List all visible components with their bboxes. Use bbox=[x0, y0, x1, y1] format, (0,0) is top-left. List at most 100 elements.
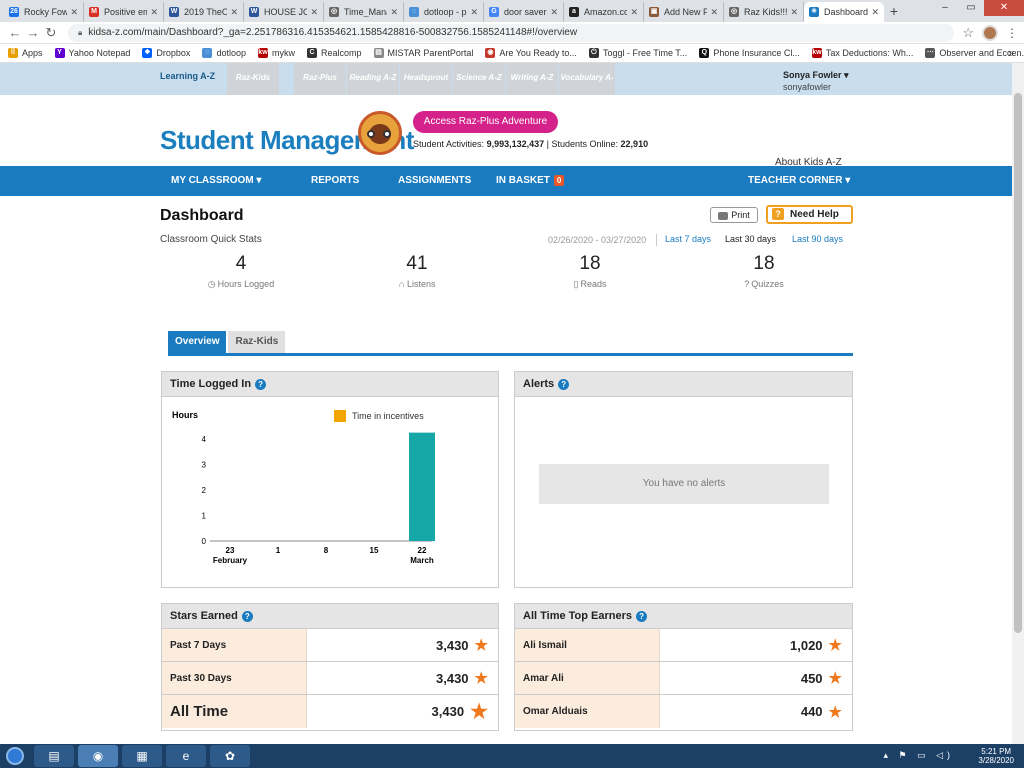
panel-header: Alerts? bbox=[515, 372, 852, 397]
system-tray-icons[interactable]: ▴ ⚑ ▭ ◁) bbox=[883, 750, 954, 761]
browser-tab[interactable]: ◎ Time_Mana ✕ bbox=[324, 2, 404, 22]
range-last-7-days[interactable]: Last 7 days bbox=[665, 234, 711, 244]
star-icon: ★ bbox=[828, 670, 842, 687]
browser-tab[interactable]: ◎ Raz Kids!!! ✕ bbox=[724, 2, 804, 22]
product-tab-headsprout[interactable]: Headsprout bbox=[400, 63, 452, 95]
tab-title: door saver bbox=[504, 7, 547, 17]
explorer-icon[interactable]: ▤ bbox=[34, 745, 74, 767]
page-scrollbar[interactable] bbox=[1012, 63, 1024, 744]
bookmark-item[interactable]: ▤ MISTAR ParentPortal bbox=[373, 48, 473, 58]
info-icon[interactable]: ? bbox=[241, 610, 253, 622]
kw-icon: kw bbox=[811, 48, 822, 58]
internet-explorer-icon[interactable]: e bbox=[166, 745, 206, 767]
product-tab-reading-az[interactable]: Reading A-Z bbox=[347, 63, 399, 95]
activities-value: 9,993,132,437 bbox=[486, 139, 545, 149]
info-icon[interactable]: ? bbox=[558, 378, 570, 390]
y-tick-label: 4 bbox=[202, 435, 207, 444]
scrollbar-thumb[interactable] bbox=[1014, 93, 1022, 633]
nav-reports[interactable]: REPORTS bbox=[311, 166, 359, 196]
bookmark-label: Yahoo Notepad bbox=[68, 48, 131, 58]
mascot-avatar[interactable] bbox=[358, 111, 402, 155]
browser-tab[interactable]: 26 Rocky Fowle✕ bbox=[4, 2, 84, 22]
close-tab-icon[interactable]: ✕ bbox=[710, 7, 718, 18]
range-last-90-days[interactable]: Last 90 days bbox=[792, 234, 843, 244]
info-icon[interactable]: ? bbox=[255, 378, 267, 390]
bookmarks-more-icon[interactable]: » bbox=[1008, 48, 1014, 59]
need-help-button[interactable]: ? Need Help bbox=[766, 205, 853, 224]
close-tab-icon[interactable]: ✕ bbox=[790, 7, 798, 18]
back-icon[interactable]: ← bbox=[6, 25, 24, 40]
raz-plus-adventure-button[interactable]: Access Raz-Plus Adventure bbox=[413, 111, 558, 133]
close-tab-icon[interactable]: ✕ bbox=[310, 7, 318, 18]
legend-label: Time in incentives bbox=[352, 411, 424, 421]
star-icon: ★ bbox=[828, 703, 842, 721]
browser-tab[interactable]: W HOUSE JOB✕ bbox=[244, 2, 324, 22]
app-icon[interactable]: ✿ bbox=[210, 745, 250, 767]
bookmark-item[interactable]: Q Phone Insurance Cl... bbox=[699, 48, 800, 58]
start-button[interactable] bbox=[0, 744, 30, 768]
close-tab-icon[interactable]: ✕ bbox=[150, 7, 158, 18]
brand-label: Learning A-Z bbox=[160, 71, 216, 81]
close-tab-icon[interactable]: ✕ bbox=[871, 7, 879, 18]
close-tab-icon[interactable]: ✕ bbox=[550, 7, 558, 18]
bookmark-star-icon[interactable]: ☆ bbox=[962, 25, 974, 41]
browser-tab[interactable]: ✳ Dashboard ✕ bbox=[804, 2, 884, 22]
close-tab-icon[interactable]: ✕ bbox=[630, 7, 638, 18]
product-tab-writing-az[interactable]: Writing A-Z bbox=[506, 63, 558, 95]
bookmark-item[interactable]: ◉ Are You Ready to... bbox=[485, 48, 577, 58]
forward-icon[interactable]: → bbox=[24, 25, 42, 40]
browser-menu-icon[interactable]: ⋮ bbox=[1006, 26, 1018, 40]
bookmark-item[interactable]: kw Tax Deductions: Wh... bbox=[811, 48, 913, 58]
reload-icon[interactable]: ↻ bbox=[42, 25, 60, 41]
dotloop-icon: ◌ bbox=[409, 7, 419, 17]
clock[interactable]: 5:21 PM 3/28/2020 bbox=[978, 747, 1014, 765]
window-controls: – ▭ ✕ bbox=[932, 0, 1024, 16]
browser-tab[interactable]: M Positive em ✕ bbox=[84, 2, 164, 22]
browser-tab[interactable]: W 2019 TheOt ✕ bbox=[164, 2, 244, 22]
browser-tab[interactable]: Gdoor saver ✕ bbox=[484, 2, 564, 22]
learning-az-logo[interactable]: Learning A-Z bbox=[160, 71, 215, 81]
bookmark-item[interactable]: ⏻ Toggl - Free Time T... bbox=[588, 48, 687, 58]
bookmark-label: Are You Ready to... bbox=[499, 48, 577, 58]
chrome-icon[interactable]: ◉ bbox=[78, 745, 118, 767]
nav-assignments[interactable]: ASSIGNMENTS bbox=[398, 166, 471, 196]
alerts-panel: Alerts? You have no alerts bbox=[514, 371, 853, 588]
nav-teacher-corner[interactable]: TEACHER CORNER ▾ bbox=[748, 166, 850, 196]
close-tab-icon[interactable]: ✕ bbox=[470, 7, 478, 18]
close-tab-icon[interactable]: ✕ bbox=[230, 7, 238, 18]
nav-my-classroom[interactable]: MY CLASSROOM ▾ bbox=[171, 166, 261, 196]
url-input[interactable]: 🔒︎ kidsa-z.com/main/Dashboard?_ga=2.2517… bbox=[68, 23, 955, 42]
product-tab-vocabulary-az[interactable]: Vocabulary A-Z bbox=[559, 63, 615, 112]
row-value: 3,430 bbox=[431, 704, 465, 719]
notepad-icon[interactable]: ▦ bbox=[122, 745, 162, 767]
product-tab-raz-kids[interactable]: Raz-Kids bbox=[227, 63, 279, 95]
new-tab-button[interactable]: + bbox=[884, 2, 904, 22]
online-label: Students Online: bbox=[551, 139, 619, 149]
maximize-icon[interactable]: ▭ bbox=[958, 0, 984, 16]
table-row: Amar Ali 450 ★ bbox=[515, 662, 852, 695]
minimize-icon[interactable]: – bbox=[932, 0, 958, 16]
range-last-30-days[interactable]: Last 30 days bbox=[725, 234, 776, 244]
close-tab-icon[interactable]: ✕ bbox=[390, 7, 398, 18]
tab-overview[interactable]: Overview bbox=[168, 331, 227, 353]
user-menu[interactable]: Sonya Fowler ▾ sonyafowler bbox=[783, 70, 849, 92]
bookmark-item[interactable]: kw mykw bbox=[257, 48, 295, 58]
bookmark-item[interactable]: ❖ Dropbox bbox=[142, 48, 190, 58]
info-icon[interactable]: ? bbox=[636, 610, 648, 622]
product-tab-raz-plus[interactable]: Raz-Plus bbox=[294, 63, 346, 95]
bookmark-item[interactable]: Y Yahoo Notepad bbox=[54, 48, 131, 58]
close-window-icon[interactable]: ✕ bbox=[984, 0, 1024, 16]
row-value: 3,430 bbox=[436, 637, 469, 653]
bookmark-item[interactable]: ◌ dotloop bbox=[202, 48, 246, 58]
browser-tab[interactable]: ◌ dotloop - p ✕ bbox=[404, 2, 484, 22]
print-button[interactable]: Print bbox=[710, 207, 758, 223]
product-tab-science-az[interactable]: Science A-Z bbox=[453, 63, 505, 95]
close-tab-icon[interactable]: ✕ bbox=[70, 7, 78, 18]
browser-tab[interactable]: a Amazon.co ✕ bbox=[564, 2, 644, 22]
bookmark-item[interactable]: C Realcomp bbox=[306, 48, 362, 58]
bookmark-item[interactable]: ⠿ Apps bbox=[8, 48, 43, 58]
tab-raz-kids[interactable]: Raz-Kids bbox=[228, 331, 286, 353]
nav-in-basket[interactable]: IN BASKET 0 bbox=[496, 166, 565, 196]
profile-avatar[interactable] bbox=[982, 24, 998, 41]
browser-tab[interactable]: ▣ Add New P ✕ bbox=[644, 2, 724, 22]
